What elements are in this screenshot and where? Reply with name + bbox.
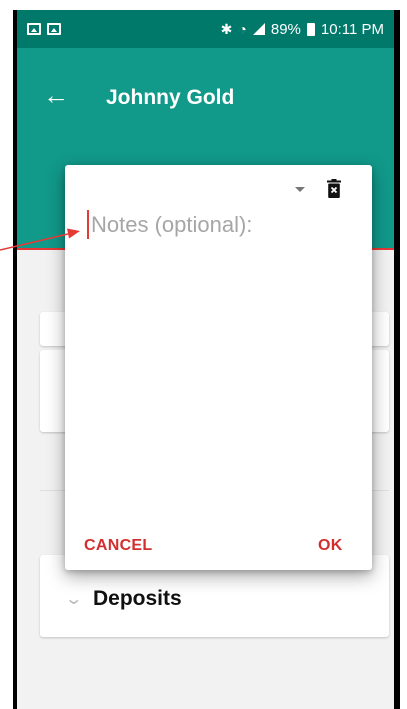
page-title: Johnny Gold [106, 86, 235, 109]
app-screen: ✱ ◔ 89% 10:11 PM ← Johnny Gold ⌄ Deposit… [17, 10, 394, 709]
status-left [27, 23, 61, 35]
notes-dialog: CANCEL OK [65, 165, 372, 570]
dropdown-triangle-icon[interactable] [295, 187, 305, 192]
back-arrow-icon[interactable]: ← [43, 82, 69, 108]
battery-icon [306, 22, 315, 36]
outer-frame: ✱ ◔ 89% 10:11 PM ← Johnny Gold ⌄ Deposit… [0, 0, 407, 709]
battery-percent: 89% [270, 20, 301, 38]
chevron-down-icon[interactable]: ⌄ [64, 592, 83, 608]
status-right: ✱ ◔ 89% 10:11 PM [221, 21, 384, 38]
ok-button[interactable]: OK [318, 537, 343, 555]
image-icon [47, 23, 61, 35]
notes-input[interactable] [85, 205, 361, 245]
status-bar: ✱ ◔ 89% 10:11 PM [17, 10, 394, 48]
text-cursor [87, 210, 89, 239]
cancel-button[interactable]: CANCEL [84, 537, 152, 555]
phone-frame: ✱ ◔ 89% 10:11 PM ← Johnny Gold ⌄ Deposit… [13, 10, 400, 709]
wifi-icon: ◔ [238, 21, 247, 37]
deposits-section-label: Deposits [93, 587, 182, 610]
signal-icon [252, 23, 265, 35]
delete-icon[interactable] [327, 179, 341, 198]
gallery-icon [27, 23, 41, 35]
bluetooth-icon: ✱ [220, 21, 233, 37]
status-time: 10:11 PM [320, 20, 384, 38]
